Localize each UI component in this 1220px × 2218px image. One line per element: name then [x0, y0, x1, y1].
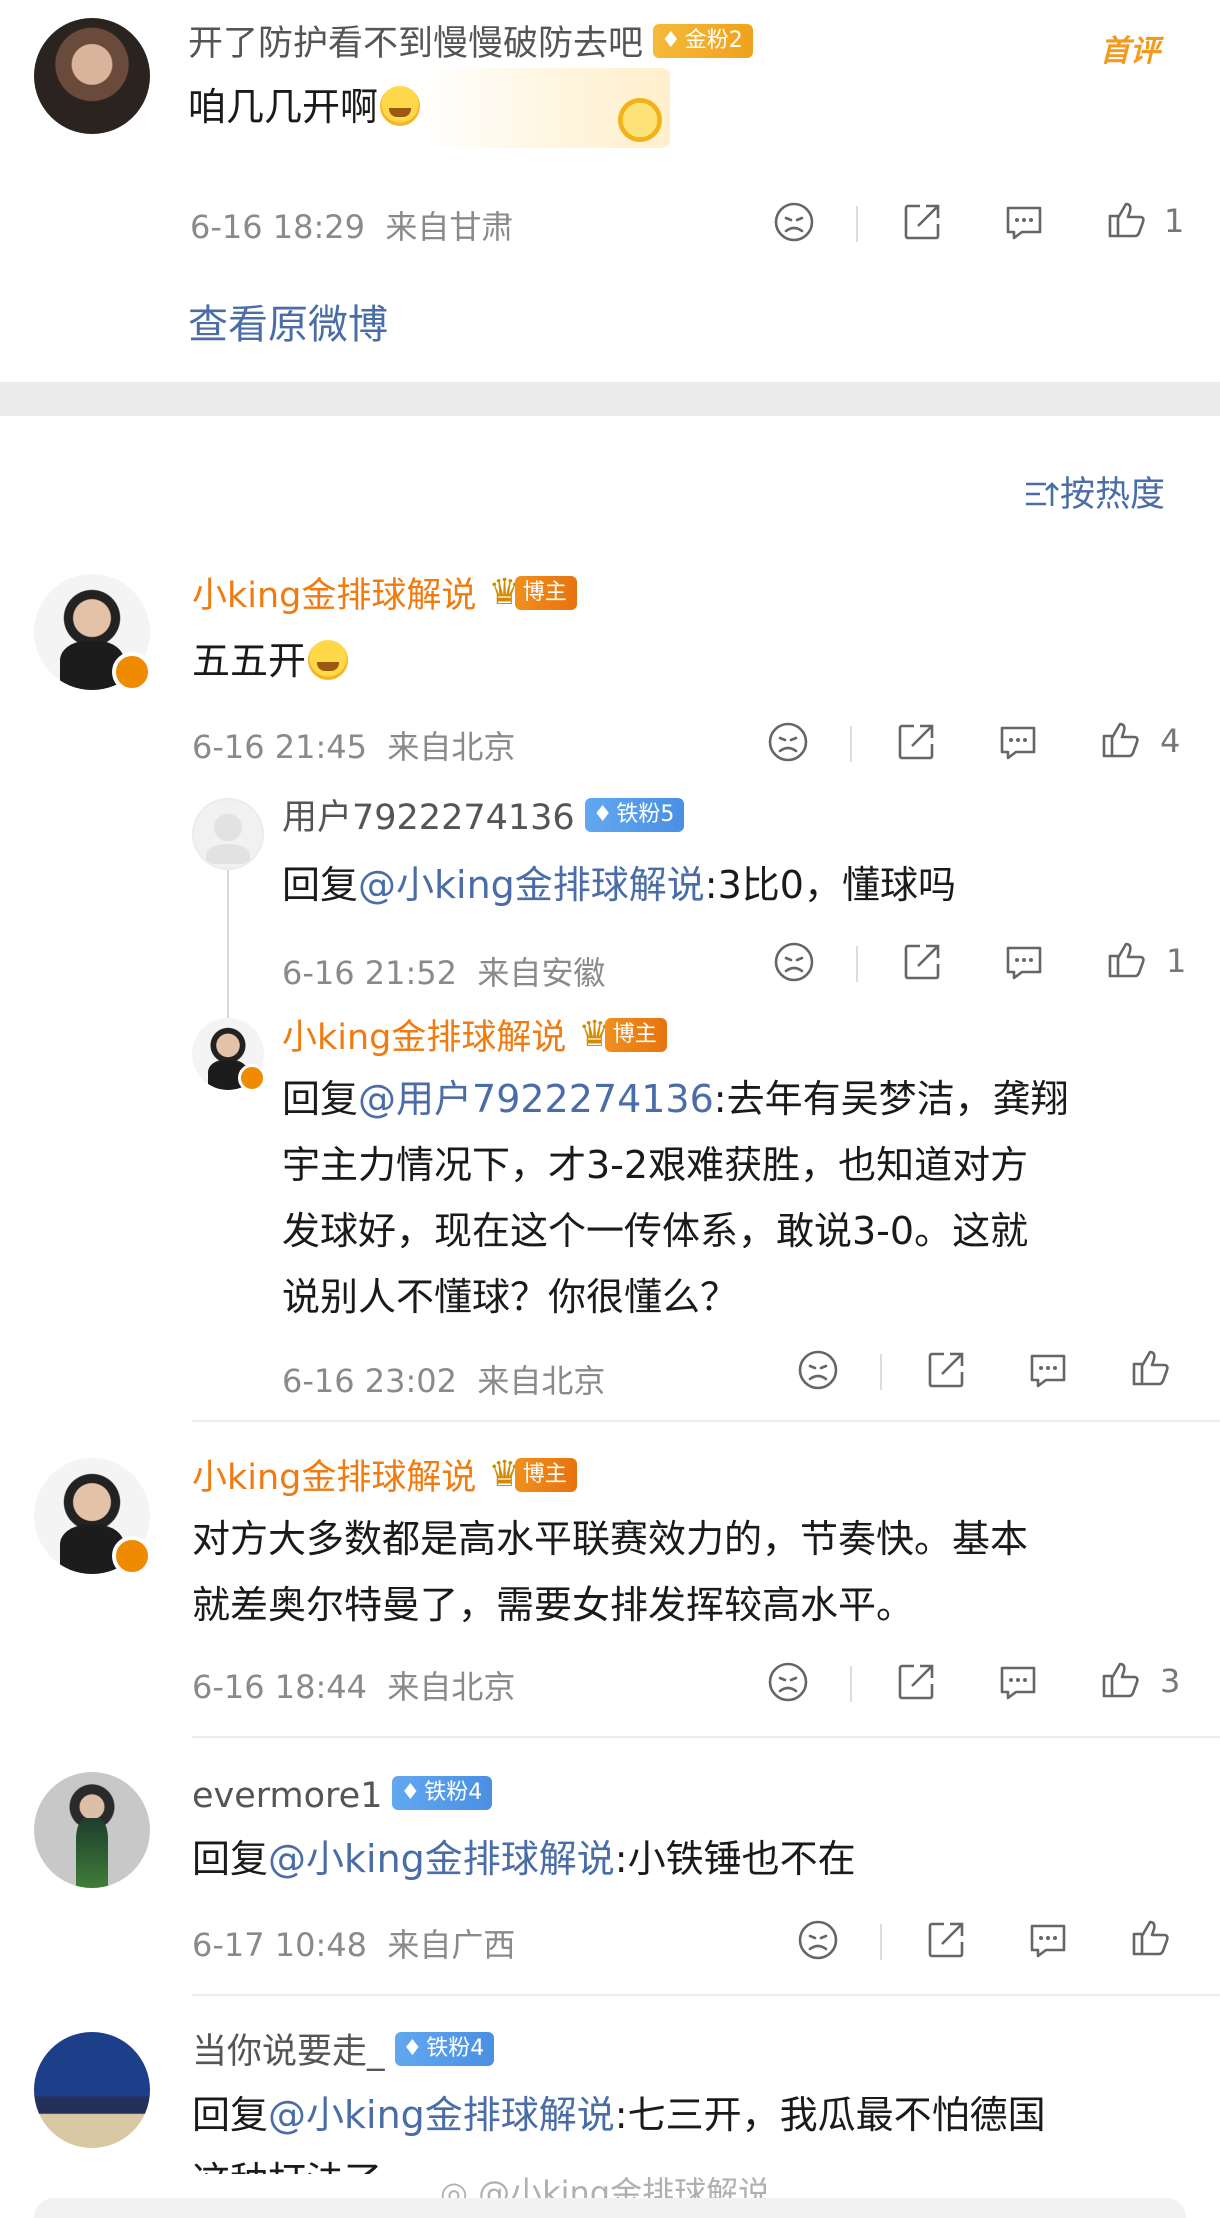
comment-username[interactable]: 小king金排球解说 ♛博主: [282, 1014, 667, 1061]
comment-username[interactable]: 当你说要走_ ♦ 铁粉4: [192, 2030, 495, 2074]
divider: [850, 726, 852, 762]
comment-icon[interactable]: [1026, 1918, 1070, 1962]
first-comment-badge: 首评: [1100, 34, 1160, 69]
comment-text: 咱几几开啊: [188, 74, 421, 140]
comment-separator: [192, 1420, 1220, 1422]
verified-icon: [238, 1064, 266, 1092]
fan-badge: ♦ 铁粉4: [392, 1776, 493, 1810]
comment-meta: 6-16 21:45 来自北京: [192, 728, 516, 766]
verified-icon: [112, 652, 152, 692]
comment-separator: [192, 1994, 1220, 1996]
comment-meta: 6-16 18:44 来自北京: [192, 1668, 516, 1706]
like-count: 1: [1164, 202, 1185, 240]
divider: [856, 946, 858, 982]
share-icon[interactable]: [924, 1348, 968, 1392]
comment-text: 对方大多数都是高水平联赛效力的，节奏快。基本 就差奥尔特曼了，需要女排发挥较高水…: [192, 1517, 1029, 1627]
share-icon[interactable]: [900, 940, 944, 984]
comment-meta: 6-16 21:52 来自安徽: [282, 954, 606, 992]
trophy-icon: [618, 98, 662, 142]
gold-fan-card: [420, 68, 670, 148]
comment-username[interactable]: 用户7922274136 ♦ 铁粉5: [282, 796, 685, 840]
share-icon[interactable]: [894, 1660, 938, 1704]
comment-username[interactable]: 开了防护看不到慢慢破防去吧 ♦ 金粉2: [188, 22, 753, 66]
host-badge: 博主: [604, 1018, 667, 1052]
share-icon[interactable]: [894, 720, 938, 764]
view-original-link[interactable]: 查看原微博: [188, 292, 388, 350]
comment-username[interactable]: 小king金排球解说 ♛博主: [192, 1454, 577, 1501]
avatar[interactable]: [34, 2032, 150, 2148]
fan-badge: ♦ 铁粉5: [584, 798, 685, 832]
emoji-icon: [308, 639, 349, 680]
divider: [880, 1354, 882, 1390]
comment-icon[interactable]: [996, 720, 1040, 764]
host-badge: 博主: [514, 576, 577, 610]
comment-meta: 6-16 23:02 来自北京: [282, 1362, 606, 1400]
like-count: 3: [1160, 1662, 1181, 1700]
mention-link[interactable]: @小king金排球解说: [268, 1837, 615, 1881]
comment-text: 回复@小king金排球解说:小铁锤也不在: [192, 1837, 856, 1881]
dislike-icon[interactable]: [796, 1918, 840, 1962]
share-icon[interactable]: [900, 200, 944, 244]
comment-text: 回复@小king金排球解说:3比0，懂球吗: [282, 863, 956, 907]
dislike-icon[interactable]: [772, 940, 816, 984]
divider: [880, 1924, 882, 1960]
dislike-icon[interactable]: [766, 1660, 810, 1704]
comment-username[interactable]: 小king金排球解说 ♛博主: [192, 572, 577, 619]
fan-badge: ♦ 金粉2: [653, 24, 753, 58]
avatar[interactable]: [34, 18, 150, 134]
dislike-icon[interactable]: [796, 1348, 840, 1392]
comment-icon[interactable]: [1026, 1348, 1070, 1392]
host-badge: 博主: [514, 1458, 577, 1492]
comment-meta: 6-16 18:29 来自甘肃: [190, 208, 514, 246]
mention-link[interactable]: @小king金排球解说: [268, 2093, 615, 2137]
comment-text: 回复@用户7922274136:去年有吴梦洁，龚翔 宇主力情况下，才3-2艰难获…: [282, 1077, 1069, 1319]
comment-username[interactable]: evermore1 ♦ 铁粉4: [192, 1774, 493, 1818]
comment-icon[interactable]: [1002, 200, 1046, 244]
fan-badge: ♦ 铁粉4: [394, 2032, 495, 2066]
verified-icon: [112, 1536, 152, 1576]
like-icon[interactable]: [1104, 938, 1148, 982]
section-divider: [0, 382, 1220, 416]
like-icon[interactable]: [1104, 198, 1148, 242]
like-icon[interactable]: [1098, 718, 1142, 762]
like-icon[interactable]: [1098, 1658, 1142, 1702]
like-icon[interactable]: [1128, 1346, 1172, 1390]
divider: [850, 1666, 852, 1702]
divider: [856, 206, 858, 242]
like-count: 1: [1166, 942, 1187, 980]
comment-meta: 6-17 10:48 来自广西: [192, 1926, 516, 1964]
thread-line: [227, 870, 229, 1020]
like-count: 4: [1160, 722, 1181, 760]
comment-icon[interactable]: [1002, 940, 1046, 984]
emoji-icon: [380, 85, 421, 126]
comment-separator: [192, 1736, 1220, 1738]
sort-icon: [1024, 478, 1060, 510]
comment-icon[interactable]: [996, 1660, 1040, 1704]
dislike-icon[interactable]: [772, 200, 816, 244]
share-icon[interactable]: [924, 1918, 968, 1962]
like-icon[interactable]: [1128, 1916, 1172, 1960]
mention-link[interactable]: @小king金排球解说: [358, 863, 705, 907]
sort-toggle[interactable]: 按热度: [1024, 466, 1165, 517]
dislike-icon[interactable]: [766, 720, 810, 764]
comment-text: 回复@小king金排球解说:七三开，我瓜最不怕德国 这种打法了: [192, 2093, 1046, 2174]
avatar[interactable]: [34, 1772, 150, 1888]
reply-input-bar[interactable]: [34, 2198, 1186, 2218]
avatar[interactable]: [192, 798, 264, 870]
comment-text: 五五开: [192, 628, 349, 694]
mention-link[interactable]: @用户7922274136: [358, 1077, 714, 1121]
